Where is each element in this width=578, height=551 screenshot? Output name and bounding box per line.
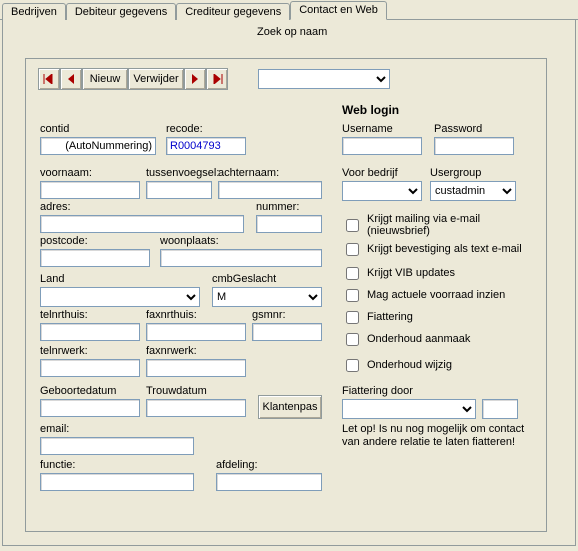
afdeling-label: afdeling:: [216, 459, 258, 471]
trouwdatum-label: Trouwdatum: [146, 385, 207, 397]
password-field[interactable]: [434, 137, 514, 155]
chk-mailing-label: Krijgt mailing via e-mail (nieuwsbrief): [367, 213, 546, 237]
tussenvoegsel-field[interactable]: [146, 181, 212, 199]
land-label: Land: [40, 273, 64, 285]
chk-vib-label: Krijgt VIB updates: [367, 267, 455, 279]
chk-vib[interactable]: Krijgt VIB updates: [342, 263, 455, 283]
cmbgeslacht-label: cmbGeslacht: [212, 273, 276, 285]
nieuw-button[interactable]: Nieuw: [82, 68, 128, 90]
telnrthuis-field[interactable]: [40, 323, 140, 341]
land-select[interactable]: [40, 287, 200, 307]
password-label: Password: [434, 123, 482, 135]
tussenvoegsel-label: tussenvoegsel:: [146, 167, 219, 179]
voornaam-field[interactable]: [40, 181, 140, 199]
tab-crediteur-gegevens[interactable]: Crediteur gegevens: [176, 3, 290, 20]
chk-bevestiging-box[interactable]: [346, 243, 359, 256]
web-login-title: Web login: [342, 103, 399, 117]
chk-bevestiging-label: Krijgt bevestiging als text e-mail: [367, 243, 522, 255]
functie-label: functie:: [40, 459, 75, 471]
postcode-field[interactable]: [40, 249, 150, 267]
usergroup-select[interactable]: custadmin: [430, 181, 516, 201]
tab-panel: Zoek op naam Nieuw Verwijder contid: [2, 20, 576, 546]
gsmnr-label: gsmnr:: [252, 309, 286, 321]
email-label: email:: [40, 423, 69, 435]
chk-fiattering[interactable]: Fiattering: [342, 307, 413, 327]
trouwdatum-field[interactable]: [146, 399, 246, 417]
chk-onderhoud-wijzig-box[interactable]: [346, 359, 359, 372]
chk-onderhoud-aanmaak[interactable]: Onderhoud aanmaak: [342, 329, 470, 349]
voor-bedrijf-select[interactable]: [342, 181, 422, 201]
recode-field[interactable]: [166, 137, 246, 155]
telnrthuis-label: telnrthuis:: [40, 309, 88, 321]
achternaam-label: achternaam:: [218, 167, 279, 179]
first-icon: [43, 74, 55, 84]
chk-onderhoud-aanmaak-label: Onderhoud aanmaak: [367, 333, 470, 345]
verwijder-button[interactable]: Verwijder: [128, 68, 184, 90]
nummer-label: nummer:: [256, 201, 299, 213]
voor-bedrijf-label: Voor bedrijf: [342, 167, 398, 179]
usergroup-label: Usergroup: [430, 167, 481, 179]
faxnrwerk-label: faxnrwerk:: [146, 345, 197, 357]
woonplaats-field[interactable]: [160, 249, 322, 267]
chk-onderhoud-wijzig[interactable]: Onderhoud wijzig: [342, 355, 452, 375]
last-icon: [211, 74, 223, 84]
klantenpas-button[interactable]: Klantenpas: [258, 395, 322, 419]
adres-field[interactable]: [40, 215, 244, 233]
chk-voorraad-box[interactable]: [346, 289, 359, 302]
chk-fiattering-box[interactable]: [346, 311, 359, 324]
chk-onderhoud-wijzig-label: Onderhoud wijzig: [367, 359, 452, 371]
cmbgeslacht-select[interactable]: M: [212, 287, 322, 307]
tab-debiteur-gegevens[interactable]: Debiteur gegevens: [66, 3, 176, 20]
faxnrwerk-field[interactable]: [146, 359, 246, 377]
chk-bevestiging[interactable]: Krijgt bevestiging als text e-mail: [342, 239, 522, 259]
fiattering-note: Let op! Is nu nog mogelijk om contact va…: [342, 423, 528, 449]
username-label: Username: [342, 123, 393, 135]
contid-field[interactable]: [40, 137, 156, 155]
nummer-field[interactable]: [256, 215, 322, 233]
contid-label: contid: [40, 123, 69, 135]
nav-last-button[interactable]: [206, 68, 228, 90]
chk-mailing[interactable]: Krijgt mailing via e-mail (nieuwsbrief): [342, 215, 546, 235]
telnrwerk-label: telnrwerk:: [40, 345, 88, 357]
tab-bedrijven[interactable]: Bedrijven: [2, 3, 66, 20]
geboortedatum-label: Geboortedatum: [40, 385, 116, 397]
username-field[interactable]: [342, 137, 422, 155]
chk-voorraad[interactable]: Mag actuele voorraad inzien: [342, 285, 505, 305]
fiattering-door-label: Fiattering door: [342, 385, 413, 397]
nav-first-button[interactable]: [38, 68, 60, 90]
fiattering-door-extra-field[interactable]: [482, 399, 518, 419]
geboortedatum-field[interactable]: [40, 399, 140, 417]
afdeling-field[interactable]: [216, 473, 322, 491]
woonplaats-label: woonplaats:: [160, 235, 219, 247]
zoek-op-naam-select[interactable]: [258, 69, 390, 89]
functie-field[interactable]: [40, 473, 194, 491]
telnrwerk-field[interactable]: [40, 359, 140, 377]
tab-bar: Bedrijven Debiteur gegevens Crediteur ge…: [0, 0, 578, 20]
fiattering-door-select[interactable]: [342, 399, 476, 419]
nav-prev-button[interactable]: [60, 68, 82, 90]
achternaam-field[interactable]: [218, 181, 322, 199]
chk-mailing-box[interactable]: [346, 219, 359, 232]
email-field[interactable]: [40, 437, 194, 455]
prev-icon: [66, 74, 76, 84]
postcode-label: postcode:: [40, 235, 88, 247]
form-container: Nieuw Verwijder contid recode: voornaam:…: [25, 58, 547, 532]
gsmnr-field[interactable]: [252, 323, 322, 341]
chk-vib-box[interactable]: [346, 267, 359, 280]
adres-label: adres:: [40, 201, 71, 213]
faxnrthuis-label: faxnrthuis:: [146, 309, 197, 321]
tab-contact-en-web[interactable]: Contact en Web: [290, 1, 387, 20]
recode-label: recode:: [166, 123, 203, 135]
zoek-op-naam-label: Zoek op naam: [257, 26, 327, 38]
record-nav: Nieuw Verwijder: [38, 68, 228, 90]
next-icon: [190, 74, 200, 84]
chk-voorraad-label: Mag actuele voorraad inzien: [367, 289, 505, 301]
faxnrthuis-field[interactable]: [146, 323, 246, 341]
chk-onderhoud-aanmaak-box[interactable]: [346, 333, 359, 346]
chk-fiattering-label: Fiattering: [367, 311, 413, 323]
voornaam-label: voornaam:: [40, 167, 92, 179]
nav-next-button[interactable]: [184, 68, 206, 90]
